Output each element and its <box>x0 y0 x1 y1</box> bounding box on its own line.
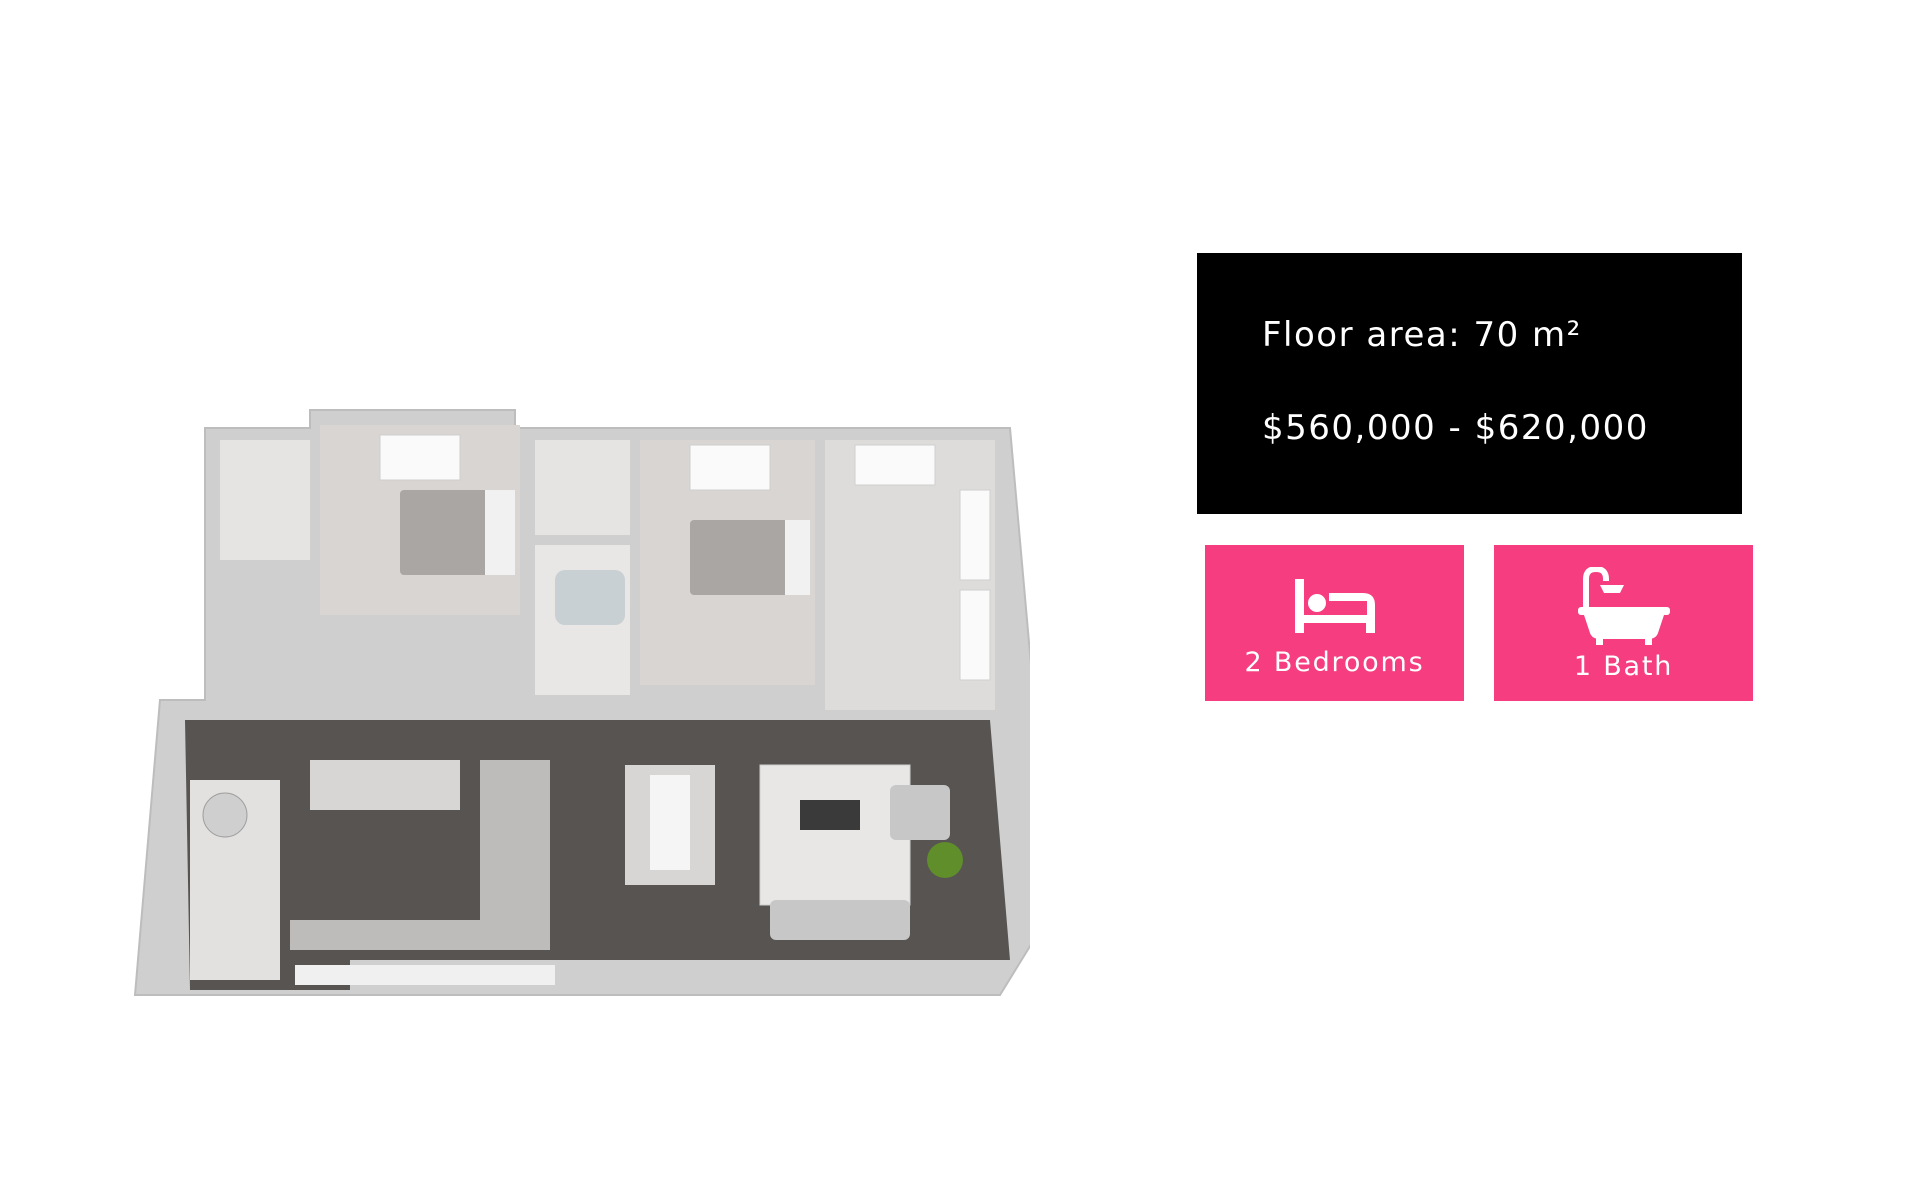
bathrooms-label: 1 Bath <box>1573 651 1674 682</box>
bedrooms-tile: 2 Bedrooms <box>1205 545 1464 701</box>
floor-plan-image <box>130 400 1030 1000</box>
price-range-text: $560,000 - $620,000 <box>1262 408 1649 448</box>
bathrooms-tile: 1 Bath <box>1494 545 1753 701</box>
bathtub-shower-icon <box>1577 567 1670 645</box>
bedrooms-label: 2 Bedrooms <box>1244 647 1425 678</box>
listing-info-panel: Floor area: 70 m² $560,000 - $620,000 <box>1197 253 1742 514</box>
floor-area-text: Floor area: 70 m² <box>1262 315 1582 355</box>
bed-icon <box>1294 579 1375 633</box>
floor-plan-drawing <box>133 409 1030 996</box>
